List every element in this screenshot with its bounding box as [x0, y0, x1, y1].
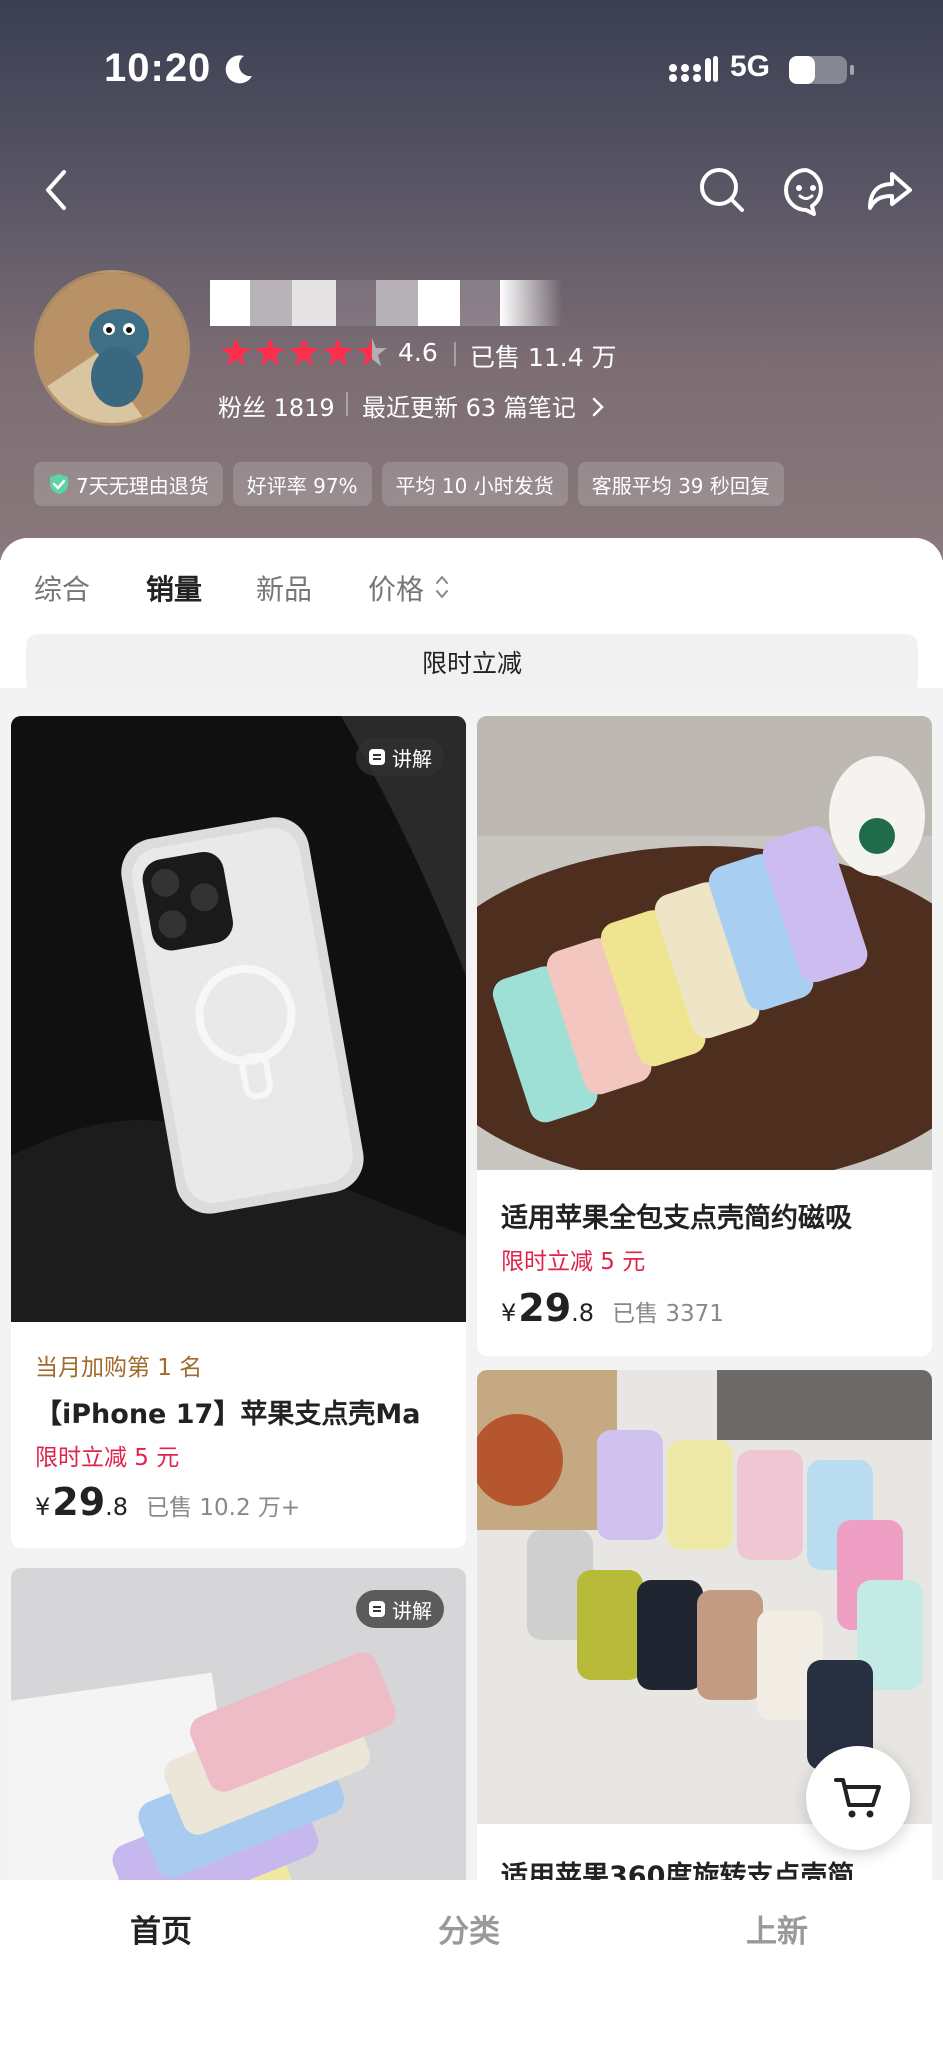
document-icon [369, 749, 385, 765]
product-card[interactable]: 讲解 当月加购第 1 名 【iPhone 17】苹果支点壳Ma 限时立减 5 元… [11, 716, 466, 1548]
share-icon[interactable] [862, 162, 918, 218]
moon-icon [225, 55, 252, 84]
shield-check-icon [50, 474, 68, 494]
price-integer: 29 [52, 1480, 106, 1524]
divider [346, 392, 348, 416]
service-tag-label: 客服平均 39 秒回复 [591, 473, 770, 498]
product-title: 【iPhone 17】苹果支点壳Ma [35, 1399, 421, 1430]
service-tag: 客服平均 39 秒回复 [577, 462, 784, 506]
product-card[interactable]: 适用苹果全包支点壳简约磁吸 限时立减 5 元 ¥ 29 .8 已售 3371 [477, 716, 932, 1356]
live-explain-badge: 讲解 [356, 1590, 444, 1628]
bottom-nav-new[interactable]: 上新 [746, 1906, 808, 1951]
price-row: ¥ 29 .8 已售 10.2 万+ [35, 1480, 300, 1524]
avatar-figure-icon [37, 273, 187, 423]
price-currency: ¥ [35, 1493, 51, 1521]
rank-label: 当月加购第 1 名 [35, 1355, 203, 1381]
product-image [11, 716, 466, 1322]
service-tag-label: 7天无理由退货 [76, 473, 209, 498]
document-icon [369, 1601, 385, 1617]
signal-icon [669, 56, 718, 82]
cart-icon [834, 1778, 881, 1818]
shop-fans: 粉丝 1819 [218, 394, 335, 422]
sort-tab-comprehensive[interactable]: 综合 [34, 568, 90, 608]
service-tag: 好评率 97% [232, 462, 372, 506]
sort-tab-price[interactable]: 价格 [368, 568, 424, 608]
shop-name-redacted [210, 280, 562, 326]
price-integer: 29 [518, 1286, 572, 1330]
sort-tab-sales[interactable]: 销量 [146, 568, 202, 608]
badge-label: 讲解 [392, 1598, 432, 1623]
bottom-nav-home[interactable]: 首页 [130, 1906, 192, 1951]
sort-tab-new[interactable]: 新品 [256, 568, 312, 608]
service-tags: 7天无理由退货 好评率 97% 平均 10 小时发货 客服平均 39 秒回复 [34, 462, 784, 506]
shop-avatar[interactable] [34, 270, 190, 426]
back-icon[interactable] [36, 162, 76, 218]
product-title: 适用苹果全包支点壳简约磁吸 [501, 1203, 852, 1234]
customer-service-icon[interactable] [778, 162, 834, 218]
sold-count: 已售 3371 [612, 1301, 724, 1327]
price-row: ¥ 29 .8 已售 3371 [501, 1286, 724, 1330]
price-currency: ¥ [501, 1299, 517, 1327]
rating-stars [221, 338, 387, 366]
bottom-nav-category[interactable]: 分类 [438, 1906, 500, 1951]
cart-button[interactable] [806, 1746, 910, 1850]
sort-arrows-icon[interactable] [434, 572, 450, 602]
live-explain-badge: 讲解 [356, 738, 444, 776]
sold-count: 已售 10.2 万+ [146, 1495, 301, 1521]
status-time: 10:20 [104, 46, 212, 90]
chevron-right-icon [593, 397, 605, 417]
network-type: 5G [730, 50, 771, 83]
search-icon[interactable] [694, 162, 750, 218]
product-panel: 综合 销量 新品 价格 限时立减 讲解 当月加购第 1 名 【iPhone 17… [0, 538, 943, 2048]
promo-label: 限时立减 5 元 [501, 1249, 646, 1275]
price-decimal: .8 [571, 1299, 595, 1327]
battery-icon [789, 56, 854, 84]
bottom-nav: 首页 分类 上新 [0, 1880, 943, 2048]
price-decimal: .8 [105, 1493, 129, 1521]
service-tag-label: 平均 10 小时发货 [395, 473, 554, 498]
shop-rating: 4.6 [398, 338, 438, 367]
product-image [477, 716, 932, 1170]
promo-label: 限时立减 5 元 [35, 1445, 180, 1471]
promo-filter-bar[interactable]: 限时立减 [26, 634, 918, 694]
service-tag: 平均 10 小时发货 [381, 462, 568, 506]
shop-sold-count: 已售 11.4 万 [470, 343, 617, 372]
badge-label: 讲解 [392, 746, 432, 771]
shop-notes-link[interactable]: 最近更新 63 篇笔记 [362, 388, 605, 423]
divider [454, 342, 456, 366]
service-tag: 7天无理由退货 [34, 462, 223, 506]
service-tag-label: 好评率 97% [246, 473, 358, 498]
shop-notes-label: 最近更新 63 篇笔记 [362, 394, 576, 422]
